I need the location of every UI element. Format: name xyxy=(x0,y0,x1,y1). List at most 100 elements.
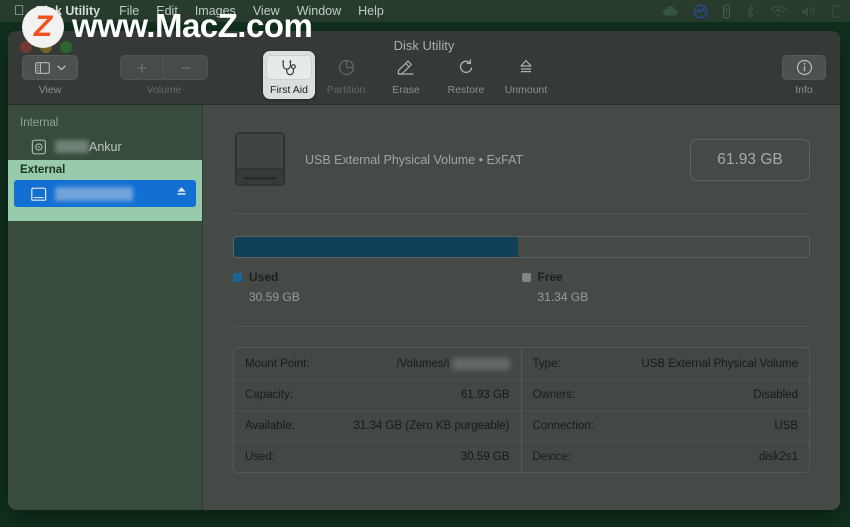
chevron-down-icon xyxy=(56,65,66,70)
detail-key: Mount Point: xyxy=(245,357,310,370)
detail-key: Capacity: xyxy=(245,389,293,401)
menu-item-file[interactable]: File xyxy=(119,4,139,18)
partition-label: Partition xyxy=(326,84,366,96)
info-button[interactable] xyxy=(782,55,826,80)
external-disk-icon xyxy=(30,186,48,202)
first-aid-label: First Aid xyxy=(270,84,308,96)
internal-disk-name: Ankur xyxy=(89,139,122,154)
bluetooth-icon[interactable] xyxy=(745,4,756,19)
usage-bar xyxy=(233,236,810,258)
menu-bar:  Disk Utility File Edit Images View Win… xyxy=(0,0,850,22)
volume-control-group: Volume xyxy=(120,55,208,96)
legend-swatch-free xyxy=(521,272,531,282)
control-center-icon[interactable] xyxy=(832,4,840,18)
volume-meta: USB External Physical Volume • ExFAT xyxy=(305,151,690,169)
redacted-mount-suffix xyxy=(451,357,510,370)
restore-action[interactable]: Restore xyxy=(440,55,492,96)
stethoscope-icon xyxy=(282,59,296,75)
volume-label: Volume xyxy=(146,84,182,96)
volume-capacity-badge: 61.93 GB xyxy=(690,139,810,181)
minus-icon xyxy=(181,66,190,69)
partition-action[interactable]: Partition xyxy=(320,55,372,96)
wifi-icon[interactable] xyxy=(770,5,787,18)
sidebar-section-internal: Internal xyxy=(20,117,59,129)
cloud-icon[interactable] xyxy=(661,5,679,17)
sidebar: Internal Ankur External xyxy=(8,105,203,510)
detail-value: 30.59 GB xyxy=(460,451,510,463)
add-volume-button[interactable] xyxy=(120,55,164,80)
main-panel: USB External Physical Volume • ExFAT 61.… xyxy=(203,105,840,510)
redacted-text xyxy=(55,140,89,153)
restore-icon xyxy=(459,59,472,74)
legend-swatch-used xyxy=(233,272,242,282)
legend-label-free: Free xyxy=(537,270,563,284)
erase-label: Erase xyxy=(392,84,420,96)
window-body: Internal Ankur External USB External Phy… xyxy=(8,105,840,510)
pie-chart-icon xyxy=(338,59,354,76)
remove-volume-button[interactable] xyxy=(164,55,208,80)
eject-icon xyxy=(520,60,532,73)
detail-value: Disabled xyxy=(753,389,798,401)
menu-item-images[interactable]: Images xyxy=(195,4,236,18)
details-column-right: Type: USB External Physical Volume Owner… xyxy=(521,348,810,472)
details-table: Mount Point: /Volumes/i Capacity: 61.93 … xyxy=(233,347,810,473)
detail-key: Available: xyxy=(245,420,295,432)
detail-row-connection: Connection: USB xyxy=(521,410,809,441)
detail-row-used: Used: 30.59 GB xyxy=(234,441,521,472)
detail-value: 31.34 GB (Zero KB purgeable) xyxy=(353,420,510,432)
volume-header: USB External Physical Volume • ExFAT 61.… xyxy=(233,121,810,199)
unmount-label: Unmount xyxy=(504,84,548,96)
erase-icon xyxy=(397,60,414,75)
detail-key: Type: xyxy=(532,357,561,370)
detail-row-type: Type: USB External Physical Volume xyxy=(522,348,810,379)
battery-icon[interactable] xyxy=(722,3,731,19)
internal-disk-icon xyxy=(30,139,48,155)
legend-label-used: Used xyxy=(249,270,279,284)
sidebar-item-internal-disk[interactable]: Ankur xyxy=(8,133,202,160)
unmount-button[interactable] xyxy=(503,55,549,80)
detail-value: 61.93 GB xyxy=(460,389,510,401)
erase-button[interactable] xyxy=(383,55,429,80)
legend-item-free: Free 31.34 GB xyxy=(521,270,811,304)
volume-icon[interactable] xyxy=(801,5,818,18)
partition-button[interactable] xyxy=(323,55,369,80)
info-label: Info xyxy=(795,84,813,96)
menu-item-disk-utility[interactable]: Disk Utility xyxy=(36,4,101,18)
detail-row-device: Device: disk2s1 xyxy=(521,441,809,472)
sidebar-item-external-volume[interactable] xyxy=(14,180,196,207)
mount-point-value: /Volumes/i xyxy=(396,357,450,370)
activity-circle-icon[interactable] xyxy=(693,3,708,19)
menu-item-view[interactable]: View xyxy=(253,4,280,18)
unmount-action[interactable]: Unmount xyxy=(500,55,552,96)
detail-key: Connection: xyxy=(532,420,594,432)
detail-key: Device: xyxy=(532,451,571,463)
external-section-highlight: External xyxy=(8,160,202,221)
info-circle-icon xyxy=(796,59,812,76)
detail-row-mount-point: Mount Point: /Volumes/i xyxy=(234,348,521,379)
sidebar-section-external: External xyxy=(20,164,66,176)
first-aid-button[interactable] xyxy=(266,55,312,80)
detail-value: USB External Physical Volume xyxy=(641,357,798,370)
volume-subtitle: USB External Physical Volume • ExFAT xyxy=(305,153,524,167)
disk-utility-window: Disk Utility View Volume First Aid Parti… xyxy=(8,31,840,510)
view-label: View xyxy=(38,84,62,96)
eject-icon[interactable] xyxy=(175,185,188,203)
details-column-left: Mount Point: /Volumes/i Capacity: 61.93 … xyxy=(234,348,522,472)
apple-logo-icon[interactable]:  xyxy=(14,3,25,17)
view-control-group: View xyxy=(22,55,78,96)
usage-bar-used-fill xyxy=(234,237,519,257)
detail-value: /Volumes/i xyxy=(396,357,510,370)
usage-legend: Used 30.59 GB Free 31.34 GB xyxy=(233,270,810,304)
detail-key: Owners: xyxy=(532,389,576,401)
first-aid-action[interactable]: First Aid xyxy=(263,51,315,99)
view-button[interactable] xyxy=(22,55,78,80)
detail-row-available: Available: 31.34 GB (Zero KB purgeable) xyxy=(234,410,521,441)
menu-item-help[interactable]: Help xyxy=(358,4,384,18)
legend-item-used: Used 30.59 GB xyxy=(233,270,522,304)
restore-button[interactable] xyxy=(443,55,489,80)
menu-bar-status-area xyxy=(661,3,842,19)
erase-action[interactable]: Erase xyxy=(380,55,432,96)
menu-item-edit[interactable]: Edit xyxy=(156,4,178,18)
legend-value-used: 30.59 GB xyxy=(249,290,300,304)
menu-item-window[interactable]: Window xyxy=(297,4,341,18)
